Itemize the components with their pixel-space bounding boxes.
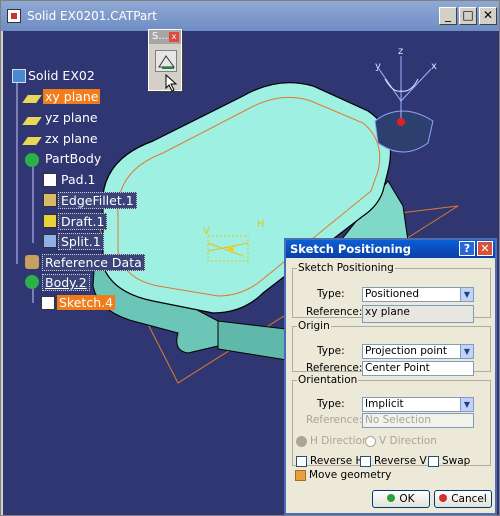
gear-icon: [25, 275, 39, 289]
svg-text:V: V: [203, 226, 210, 237]
reverse-h-checkbox[interactable]: [296, 456, 307, 467]
svg-text:z: z: [398, 46, 403, 57]
tree-item-split[interactable]: Split.1: [58, 233, 104, 250]
group-legend: Sketch Positioning: [298, 262, 394, 274]
h-direction-label: H Direction: [310, 435, 369, 447]
positioning-type-select[interactable]: Positioned ▼: [362, 287, 474, 302]
mouse-cursor-icon: [165, 74, 178, 92]
reference-label: Reference:: [306, 414, 363, 426]
tree-item-partbody[interactable]: PartBody: [45, 151, 101, 166]
compass[interactable]: z x y: [374, 46, 437, 153]
pad-icon: [43, 173, 57, 187]
cancel-icon: [439, 494, 448, 502]
type-label: Type:: [317, 398, 345, 410]
reverse-v-label: Reverse V: [374, 455, 427, 467]
ok-button[interactable]: OK: [372, 490, 430, 508]
tree-item-reference-data[interactable]: Reference Data: [42, 254, 145, 271]
help-button[interactable]: ?: [459, 241, 475, 256]
part-icon: [12, 69, 26, 83]
cancel-button[interactable]: Cancel: [434, 490, 492, 508]
tree-item-sketch4[interactable]: Sketch.4: [57, 295, 116, 310]
tree-item-pad[interactable]: Pad.1: [61, 172, 96, 187]
reference-label: Reference:: [306, 362, 363, 374]
dropdown-arrow-icon: ▼: [460, 345, 473, 358]
orientation-reference-field[interactable]: No Selection: [362, 413, 474, 428]
reverse-h-label: Reverse H: [310, 455, 364, 467]
swap-label: Swap: [442, 455, 471, 467]
type-label: Type:: [317, 345, 345, 357]
swap-checkbox[interactable]: [428, 456, 439, 467]
sketch-positioning-group: Sketch Positioning Type: Positioned ▼ Ref…: [292, 262, 491, 323]
tree-root[interactable]: Solid EX02: [28, 68, 95, 83]
reference-data-icon: [25, 255, 39, 269]
tree-item-yz-plane[interactable]: yz plane: [45, 110, 98, 125]
svg-text:x: x: [431, 61, 437, 72]
sketch-icon: [41, 296, 55, 310]
tree-item-zx-plane[interactable]: zx plane: [45, 131, 98, 146]
dialog-title-bar[interactable]: Sketch Positioning ? ✕: [286, 240, 495, 258]
tree-item-draft[interactable]: Draft.1: [58, 213, 108, 230]
maximize-button[interactable]: □: [459, 7, 477, 25]
select-value: Projection point: [365, 345, 448, 357]
gear-icon: [25, 153, 39, 167]
orientation-type-select[interactable]: Implicit ▼: [362, 397, 474, 412]
select-value: Positioned: [365, 288, 420, 300]
dialog-close-button[interactable]: ✕: [477, 241, 493, 256]
dropdown-arrow-icon: ▼: [460, 398, 473, 411]
origin-group: Origin Type: Projection point ▼ Reference…: [292, 320, 491, 376]
draft-icon: [43, 214, 57, 228]
positioned-sketch-button[interactable]: [155, 50, 177, 72]
catia-window: Solid EX0201.CATPart _ □ ✕ V H z x y Sol…: [0, 0, 500, 516]
dialog-title: Sketch Positioning: [290, 242, 411, 256]
v-direction-radio[interactable]: [365, 436, 376, 447]
orientation-group: Orientation Type: Implicit ▼ Reference: N…: [292, 374, 491, 467]
svg-text:y: y: [375, 61, 381, 72]
split-icon: [43, 234, 57, 248]
window-title: Solid EX0201.CATPart: [27, 9, 157, 23]
toolbar-close-button[interactable]: x: [169, 32, 179, 42]
sketch-positioning-dialog: Sketch Positioning ? ✕ Sketch Positionin…: [284, 238, 497, 515]
type-label: Type:: [317, 288, 345, 300]
group-legend: Orientation: [298, 374, 358, 386]
close-button[interactable]: ✕: [479, 7, 497, 25]
catpart-icon: [7, 9, 21, 23]
minimize-button[interactable]: _: [439, 7, 457, 25]
tree-item-xy-plane[interactable]: xy plane: [43, 89, 101, 104]
dropdown-arrow-icon: ▼: [460, 288, 473, 301]
v-direction-label: V Direction: [379, 435, 437, 447]
edgefillet-icon: [43, 193, 57, 207]
reference-label: Reference:: [306, 306, 363, 318]
origin-point: [228, 246, 234, 252]
tree-item-body2[interactable]: Body.2: [42, 274, 90, 291]
reverse-v-checkbox[interactable]: [360, 456, 371, 467]
title-bar[interactable]: Solid EX0201.CATPart _ □ ✕: [1, 1, 499, 31]
sketch-toolbar[interactable]: S... x: [148, 29, 182, 92]
group-legend: Origin: [298, 320, 330, 332]
h-direction-radio[interactable]: [296, 436, 307, 447]
tree-item-edgefillet[interactable]: EdgeFillet.1: [58, 192, 137, 209]
cancel-label: Cancel: [451, 493, 487, 505]
ok-icon: [387, 494, 396, 502]
select-value: Implicit: [365, 398, 404, 410]
move-geometry-checkbox[interactable]: [295, 470, 306, 481]
ok-label: OK: [399, 493, 415, 505]
move-geometry-label: Move geometry: [309, 469, 392, 481]
svg-text:H: H: [257, 219, 265, 230]
origin-type-select[interactable]: Projection point ▼: [362, 344, 474, 359]
